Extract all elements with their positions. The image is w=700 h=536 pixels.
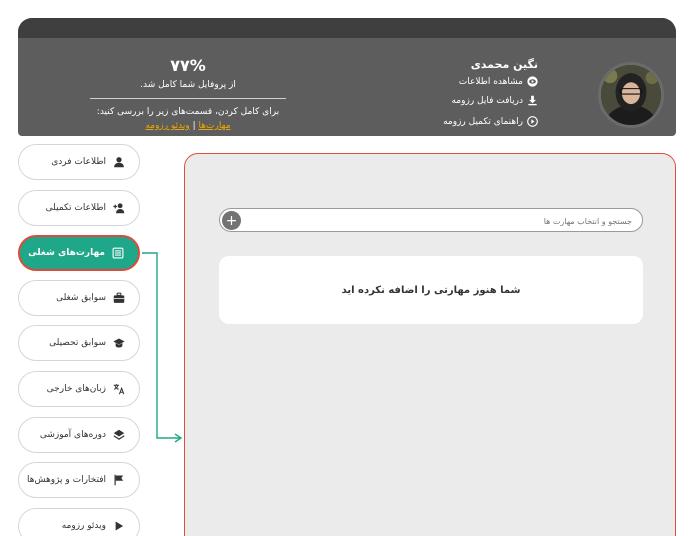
layers-icon xyxy=(113,429,125,441)
avatar[interactable] xyxy=(598,62,664,128)
play-icon xyxy=(113,520,125,532)
eye-icon xyxy=(527,76,538,87)
user-name: نگین محمدی xyxy=(470,58,538,71)
completion-guide-label: راهنمای تکمیل رزومه xyxy=(443,116,523,127)
profile-header: نگین محمدی مشاهده اطلاعات دریافت فایل رز… xyxy=(18,18,676,136)
sidebar-item-label: اطلاعات تکمیلی xyxy=(45,203,106,213)
sidebar-item-label: مهارت‌های شغلی xyxy=(28,248,105,258)
video-resume-link[interactable]: ویدئو رزومه xyxy=(145,121,189,131)
sidebar-item-job-skills[interactable]: مهارت‌های شغلی xyxy=(18,235,140,271)
list-icon xyxy=(112,247,124,259)
user-icon xyxy=(113,156,125,168)
progress-value: ۷۷% xyxy=(170,56,206,75)
completion-guide-link[interactable]: راهنمای تکمیل رزومه xyxy=(443,116,538,127)
sidebar-item-label: زبان‌های خارجی xyxy=(46,384,106,394)
graduation-cap-icon xyxy=(113,337,125,349)
sidebar-item-label: افتخارات و پژوهش‌ها xyxy=(27,475,106,485)
empty-state-message: شما هنوز مهارتی را اضافه نکرده اید xyxy=(341,284,521,296)
sidebar-item-label: سوابق شغلی xyxy=(56,293,106,303)
play-circle-icon xyxy=(527,116,538,127)
sidebar-item-additional-info[interactable]: اطلاعات تکمیلی xyxy=(18,190,140,226)
sidebar-item-label: دوره‌های آموزشی xyxy=(39,430,106,440)
download-icon xyxy=(527,95,538,106)
download-resume-label: دریافت فایل رزومه xyxy=(451,95,523,106)
download-resume-link[interactable]: دریافت فایل رزومه xyxy=(451,95,538,106)
sidebar-item-personal-info[interactable]: اطلاعات فردی xyxy=(18,144,140,180)
sidebar-item-training-courses[interactable]: دوره‌های آموزشی xyxy=(18,417,140,453)
skills-link[interactable]: مهارت‌ها xyxy=(199,121,231,131)
flag-icon xyxy=(113,474,125,486)
sidebar-item-work-experience[interactable]: سوابق شغلی xyxy=(18,280,140,316)
user-plus-icon xyxy=(113,202,125,214)
progress-divider xyxy=(90,98,286,99)
empty-state-card: شما هنوز مهارتی را اضافه نکرده اید xyxy=(219,256,643,324)
avatar-image xyxy=(601,65,661,125)
briefcase-icon xyxy=(113,292,125,304)
sidebar-item-label: سوابق تحصیلی xyxy=(49,338,106,348)
skills-search-box: + xyxy=(219,208,643,233)
sidebar-item-foreign-languages[interactable]: زبان‌های خارجی xyxy=(18,371,140,407)
links-separator: | xyxy=(192,121,196,131)
sidebar-item-video-resume[interactable]: ویدئو رزومه xyxy=(18,508,140,536)
view-info-label: مشاهده اطلاعات xyxy=(458,76,523,87)
skills-search-input[interactable] xyxy=(220,210,642,233)
profile-progress: ۷۷% از پروفایل شما کامل شد. برای کامل کر… xyxy=(68,56,308,131)
progress-message: از پروفایل شما کامل شد. xyxy=(140,80,236,90)
sidebar-item-label: اطلاعات فردی xyxy=(51,157,106,167)
header-top-strip xyxy=(18,18,676,38)
add-skill-button[interactable]: + xyxy=(222,211,241,230)
progress-links: مهارت‌ها | ویدئو رزومه xyxy=(68,121,308,131)
sidebar-item-education[interactable]: سوابق تحصیلی xyxy=(18,325,140,361)
skills-panel: + شما هنوز مهارتی را اضافه نکرده اید xyxy=(184,153,676,536)
sidebar-item-label: ویدئو رزومه xyxy=(61,521,106,531)
translate-icon xyxy=(113,383,125,395)
view-info-link[interactable]: مشاهده اطلاعات xyxy=(459,76,538,87)
progress-hint: برای کامل کردن، قسمت‌های زیر را بررسی کن… xyxy=(96,107,280,117)
sidebar-item-honors-research[interactable]: افتخارات و پژوهش‌ها xyxy=(18,462,140,498)
